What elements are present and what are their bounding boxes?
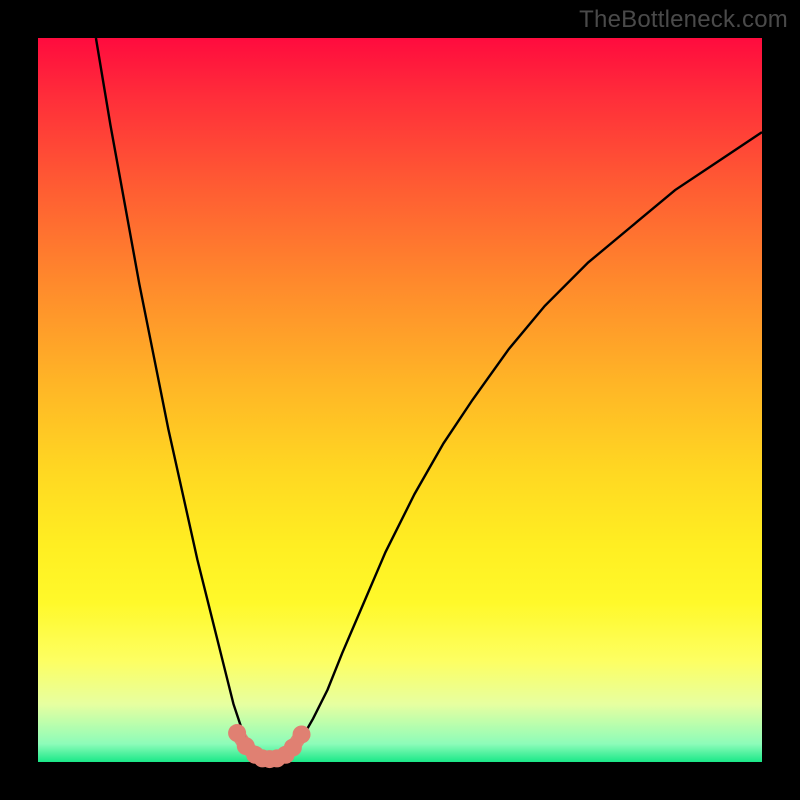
right-branch-curve (291, 132, 762, 755)
watermark-text: TheBottleneck.com (579, 6, 788, 34)
plot-area (38, 38, 762, 762)
valley-dot (293, 725, 311, 743)
chart-frame: TheBottleneck.com (0, 0, 800, 800)
left-branch-curve (96, 38, 255, 755)
curve-svg (38, 38, 762, 762)
